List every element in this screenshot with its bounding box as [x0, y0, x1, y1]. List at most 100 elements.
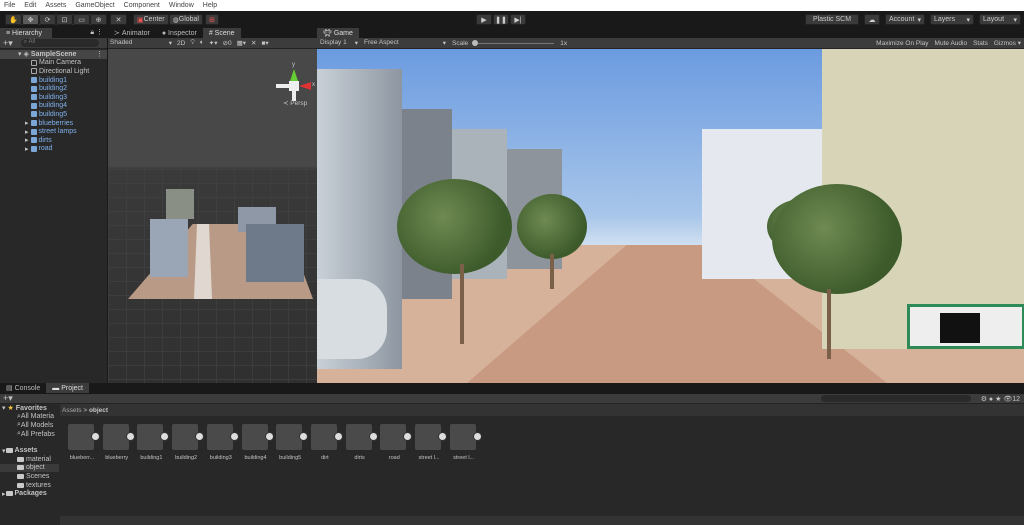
folder-material[interactable]: material [0, 455, 59, 464]
folder-object[interactable]: object [0, 463, 59, 473]
tab-inspector[interactable]: ● Inspector [156, 28, 203, 38]
expand-prefab-icon[interactable] [333, 432, 343, 441]
tab-animator[interactable]: ≻ Animator [108, 28, 156, 38]
menu-help[interactable]: Help [203, 2, 217, 9]
hierarchy-item[interactable]: building3 [0, 93, 107, 102]
hierarchy-item[interactable]: Main Camera [0, 59, 107, 68]
hand-tool-icon[interactable]: ✋ [5, 14, 22, 25]
shading-dropdown[interactable]: Shaded ▾ [110, 39, 172, 47]
snap-icon[interactable]: ⊞ [204, 14, 219, 25]
hierarchy-item[interactable]: Directional Light [0, 67, 107, 76]
play-button[interactable]: ▶ [476, 14, 492, 25]
layers-dropdown[interactable]: Layers ▾ [930, 14, 974, 25]
hierarchy-item[interactable]: building4 [0, 102, 107, 111]
filter-icons[interactable]: ⚙ ● ★ 👁︎12 [981, 395, 1020, 403]
breadcrumb-assets[interactable]: Assets [62, 407, 82, 414]
hierarchy-item[interactable]: building2 [0, 84, 107, 93]
project-search-input[interactable] [820, 395, 971, 402]
scale-tool-icon[interactable]: ⊡ [56, 14, 73, 25]
2d-toggle[interactable]: 2D [177, 40, 185, 47]
transform-tool-icon[interactable]: ⊕ [90, 14, 107, 25]
expand-arrow-icon[interactable]: ▸ [25, 128, 29, 136]
pivot-center-button[interactable]: ▣ Center [133, 14, 169, 25]
expand-prefab-icon[interactable] [125, 432, 135, 441]
perspective-label[interactable]: ≺ Persp [283, 99, 307, 107]
asset-item[interactable]: building4 [241, 424, 274, 461]
rect-tool-icon[interactable]: ▭ [73, 14, 90, 25]
asset-item[interactable]: dirt [310, 424, 343, 461]
hierarchy-item[interactable]: building5 [0, 110, 107, 119]
pause-button[interactable]: ❚❚ [493, 14, 509, 25]
expand-prefab-icon[interactable] [472, 432, 482, 441]
expand-prefab-icon[interactable] [368, 432, 378, 441]
hierarchy-item[interactable]: ▸ street lamps [0, 127, 107, 136]
asset-item[interactable]: dirts [345, 424, 378, 461]
asset-item[interactable]: building5 [276, 424, 309, 461]
hidden-objects-icon[interactable]: ⊘0 [223, 39, 232, 47]
maximize-on-play-toggle[interactable]: Maximize On Play [876, 40, 928, 47]
hierarchy-item[interactable]: building1 [0, 76, 107, 85]
account-dropdown[interactable]: Account ▾ [885, 14, 925, 25]
hierarchy-item[interactable]: ▸ dirts [0, 136, 107, 145]
tab-hierarchy[interactable]: ≡ Hierarchy [0, 28, 52, 38]
step-button[interactable]: ▶| [510, 14, 526, 25]
asset-item[interactable]: street l... [415, 424, 447, 461]
tab-scene[interactable]: # Scene [202, 28, 241, 38]
hierarchy-item[interactable]: ▸ road [0, 145, 107, 154]
asset-item[interactable]: blueberry [102, 424, 135, 461]
scale-slider[interactable] [472, 39, 555, 46]
lighting-icon[interactable]: 💡︎ [190, 39, 195, 47]
cloud-icon[interactable]: ☁ [864, 14, 880, 25]
audio-icon[interactable]: 🔈︎ [200, 39, 204, 47]
menu-component[interactable]: Component [124, 2, 160, 9]
tab-console[interactable]: ▤ Console [0, 383, 46, 393]
move-tool-icon[interactable]: ✥ [22, 14, 39, 25]
folder-scenes[interactable]: Scenes [0, 472, 59, 481]
hierarchy-item[interactable]: ▸ blueberries [0, 119, 107, 128]
tools-icon[interactable]: ✕ [251, 39, 256, 47]
add-object-button[interactable]: +▾ [3, 38, 13, 49]
expand-prefab-icon[interactable] [438, 432, 447, 441]
gizmos-dropdown[interactable]: Gizmos ▾ [994, 39, 1021, 47]
asset-item[interactable]: street l... [449, 424, 482, 461]
menu-file[interactable]: File [4, 2, 15, 9]
expand-arrow-icon[interactable]: ▸ [25, 136, 29, 144]
custom-tool-icon[interactable]: ✕ [110, 14, 127, 25]
tab-project[interactable]: ▬ Project [46, 383, 89, 393]
asset-item[interactable]: building2 [172, 424, 205, 461]
scene-gizmo[interactable]: y x [276, 62, 316, 117]
fav-all-prefabs[interactable]: ⌕ All Prefabs [0, 430, 59, 439]
packages-folder[interactable]: ▸ Packages [0, 489, 59, 498]
fav-all-models[interactable]: ⌕ All Models [0, 421, 59, 430]
asset-item[interactable]: blueberr... [68, 424, 100, 461]
asset-item[interactable]: road [380, 424, 413, 461]
grid-icon[interactable]: ▦▾ [237, 39, 246, 47]
display-dropdown[interactable]: Display 1 ▾ [320, 39, 358, 47]
menu-edit[interactable]: Edit [24, 2, 36, 9]
scene-viewport[interactable]: y x ≺ Persp [108, 49, 317, 383]
fav-all-materials[interactable]: ⌕ All Materia [0, 413, 59, 422]
menu-window[interactable]: Window [169, 2, 194, 9]
assets-folder[interactable]: ▾ Assets [0, 446, 59, 455]
asset-item[interactable]: building3 [206, 424, 239, 461]
expand-arrow-icon[interactable]: ▸ [25, 119, 29, 127]
effects-icon[interactable]: ✦▾ [209, 39, 218, 47]
lock-icon[interactable]: 🔒︎ ⋮ [90, 28, 103, 38]
game-viewport[interactable] [317, 49, 1024, 383]
rotate-tool-icon[interactable]: ⟳ [39, 14, 56, 25]
asset-item[interactable]: building1 [137, 424, 170, 461]
layout-dropdown[interactable]: Layout ▾ [979, 14, 1021, 25]
favorites-folder[interactable]: ▾ ★ Favorites [0, 404, 59, 413]
expand-arrow-icon[interactable]: ▸ [25, 145, 29, 153]
expand-prefab-icon[interactable] [264, 432, 274, 441]
stats-toggle[interactable]: Stats [973, 40, 988, 47]
aspect-dropdown[interactable]: Free Aspect ▾ [364, 39, 446, 47]
plastic-scm-button[interactable]: Plastic SCM [805, 14, 859, 25]
pivot-global-button[interactable]: ◍ Global [168, 14, 203, 25]
breadcrumb-object[interactable]: object [89, 407, 108, 414]
menu-gameobject[interactable]: GameObject [75, 2, 114, 9]
expand-prefab-icon[interactable] [229, 432, 239, 441]
hierarchy-search-input[interactable]: ⌕ All [20, 39, 99, 47]
scene-root[interactable]: ▾ ◈ SampleScene ⋮ [0, 50, 107, 59]
camera-icon[interactable]: ■▾ [261, 39, 268, 47]
